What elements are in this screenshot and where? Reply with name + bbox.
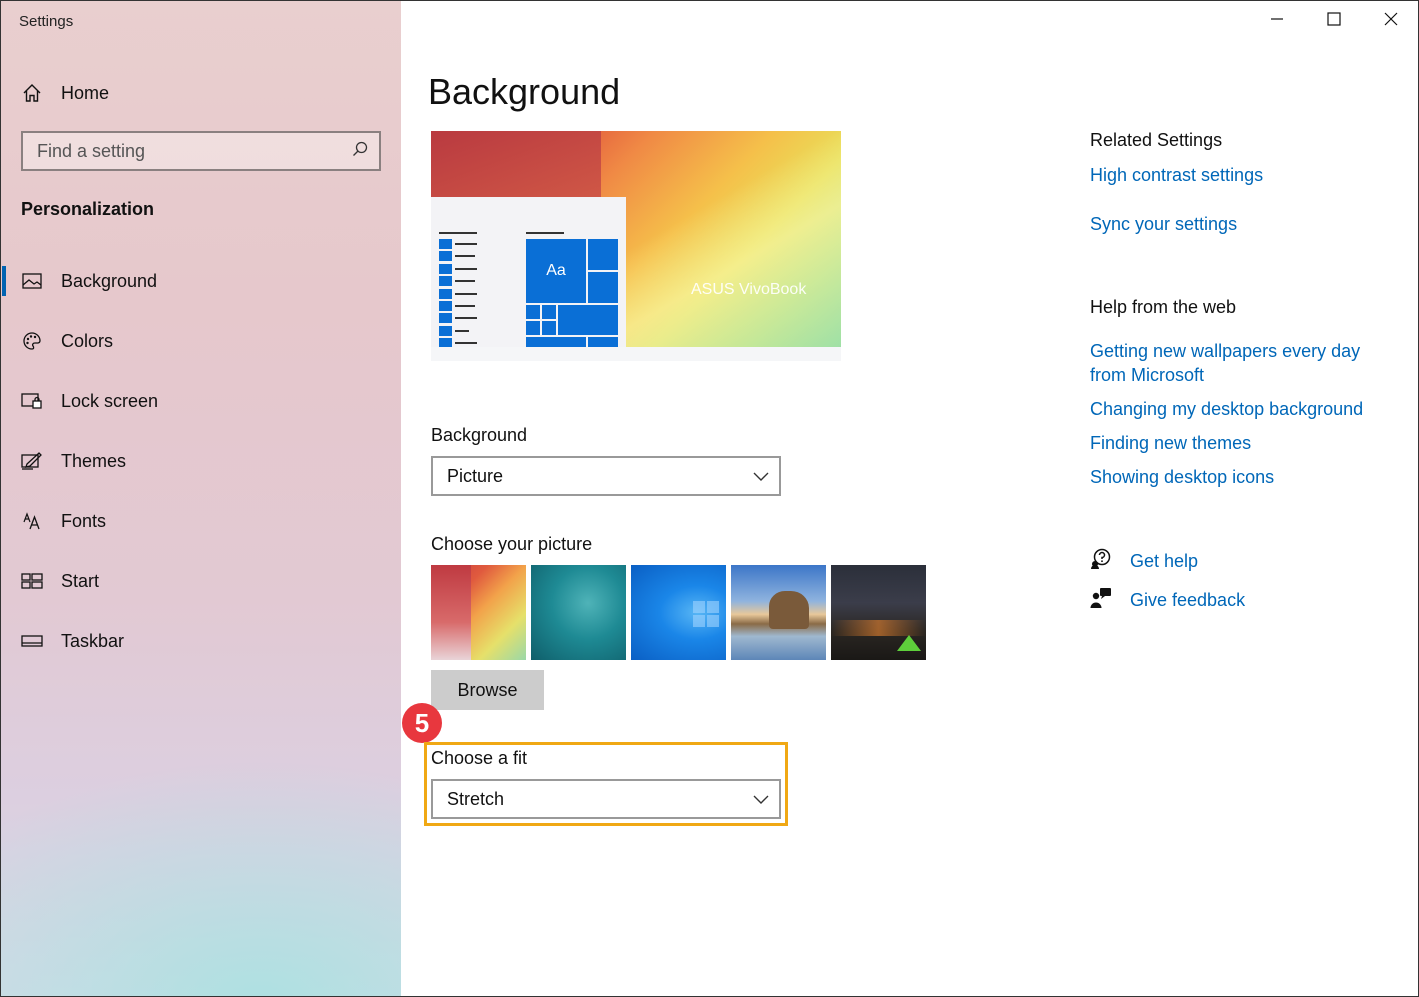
preview-tile xyxy=(588,337,618,347)
preview-list-row xyxy=(439,288,477,299)
help-web-title: Help from the web xyxy=(1090,297,1237,317)
search-icon[interactable] xyxy=(351,140,369,163)
fit-dropdown[interactable]: Stretch xyxy=(431,779,781,819)
picture-thumbnails xyxy=(431,565,926,660)
preview-list-row xyxy=(439,239,477,249)
preview-tile xyxy=(526,305,540,319)
related-settings-title: Related Settings xyxy=(1090,130,1223,150)
picture-icon xyxy=(21,270,43,292)
preview-tile xyxy=(542,321,556,335)
preview-tile xyxy=(588,272,618,303)
preview-tile-aa: Aa xyxy=(526,239,586,303)
maximize-icon xyxy=(1327,11,1341,31)
get-help-icon xyxy=(1090,548,1112,575)
sidebar-item-label: Start xyxy=(61,570,100,591)
app-title: Settings xyxy=(19,13,74,30)
chevron-down-icon xyxy=(753,789,769,810)
change-background-link[interactable]: Changing my desktop background xyxy=(1090,397,1363,421)
fit-dropdown-value: Stretch xyxy=(447,788,505,809)
sidebar-item-taskbar[interactable]: Taskbar xyxy=(1,611,401,671)
picture-thumbnail[interactable] xyxy=(431,565,526,660)
taskbar-icon xyxy=(21,630,43,652)
step-badge: 5 xyxy=(402,703,442,743)
maximize-button[interactable] xyxy=(1320,7,1348,35)
sidebar-item-label: Colors xyxy=(61,330,114,351)
give-feedback-label: Give feedback xyxy=(1130,590,1246,610)
chevron-down-icon xyxy=(753,466,769,487)
preview-brand-text: ASUS VivoBook xyxy=(691,281,807,298)
sidebar: Settings Home Personalization Background xyxy=(1,1,401,996)
preview-taskbar xyxy=(431,347,841,361)
preview-list-row xyxy=(439,325,477,336)
get-help-link[interactable]: Get help xyxy=(1090,548,1198,575)
search-box[interactable] xyxy=(21,131,381,171)
background-label: Background xyxy=(431,425,528,445)
sidebar-item-label: Themes xyxy=(61,450,127,471)
sidebar-item-label: Background xyxy=(61,270,158,291)
feedback-icon xyxy=(1090,587,1112,614)
preview-list-row xyxy=(439,276,477,287)
preview-list-row xyxy=(439,263,477,274)
close-button[interactable] xyxy=(1377,7,1405,35)
wallpapers-link[interactable]: Getting new wallpapers every day from Mi… xyxy=(1090,339,1360,387)
section-title: Personalization xyxy=(21,199,155,219)
home-link[interactable]: Home xyxy=(21,81,109,105)
give-feedback-link[interactable]: Give feedback xyxy=(1090,587,1245,614)
sidebar-item-label: Taskbar xyxy=(61,630,125,651)
close-icon xyxy=(1384,12,1398,31)
palette-icon xyxy=(21,330,43,352)
sidebar-item-themes[interactable]: Themes xyxy=(1,431,401,491)
wallpapers-link-line-1: Getting new wallpapers every day xyxy=(1090,341,1361,361)
page-title: Background xyxy=(428,71,621,112)
preview-start-tiles: Aa xyxy=(526,239,618,347)
preview-list xyxy=(439,239,477,351)
preview-list-row xyxy=(439,313,477,324)
choose-picture-label: Choose your picture xyxy=(431,534,593,554)
picture-thumbnail[interactable] xyxy=(831,565,926,660)
browse-button[interactable]: Browse xyxy=(431,670,544,710)
get-help-label: Get help xyxy=(1130,551,1199,571)
start-icon xyxy=(21,570,43,592)
sync-settings-link[interactable]: Sync your settings xyxy=(1090,212,1237,236)
background-dropdown[interactable]: Picture xyxy=(431,456,781,496)
background-dropdown-value: Picture xyxy=(447,465,504,486)
sidebar-item-start[interactable]: Start xyxy=(1,551,401,611)
picture-thumbnail[interactable] xyxy=(731,565,826,660)
new-themes-link[interactable]: Finding new themes xyxy=(1090,431,1251,455)
nav-list: Background Colors Lock screen Themes Fon… xyxy=(1,251,401,671)
fonts-icon xyxy=(21,510,43,532)
minimize-icon xyxy=(1270,12,1284,31)
sidebar-item-fonts[interactable]: Fonts xyxy=(1,491,401,551)
preview-tile xyxy=(558,305,618,335)
home-label: Home xyxy=(61,82,110,103)
sidebar-item-colors[interactable]: Colors xyxy=(1,311,401,371)
preview-dash xyxy=(439,232,477,234)
preview-list-row xyxy=(439,300,477,311)
preview-dash xyxy=(526,232,564,234)
preview-tile xyxy=(542,305,556,319)
settings-window: Settings Home Personalization Background xyxy=(0,0,1419,997)
sidebar-item-label: Fonts xyxy=(61,510,107,531)
picture-thumbnail[interactable] xyxy=(631,565,726,660)
search-input[interactable] xyxy=(37,140,351,162)
sidebar-item-label: Lock screen xyxy=(61,390,159,411)
background-preview: ASUS VivoBook Aa xyxy=(431,131,841,361)
preview-tile xyxy=(588,239,618,270)
home-icon xyxy=(21,82,43,104)
picture-thumbnail[interactable] xyxy=(531,565,626,660)
high-contrast-link[interactable]: High contrast settings xyxy=(1090,163,1263,187)
sidebar-item-lock-screen[interactable]: Lock screen xyxy=(1,371,401,431)
sidebar-item-background[interactable]: Background xyxy=(1,251,401,311)
minimize-button[interactable] xyxy=(1263,7,1291,35)
desktop-icons-link[interactable]: Showing desktop icons xyxy=(1090,465,1274,489)
preview-list-row xyxy=(439,251,477,262)
themes-icon xyxy=(21,450,43,472)
preview-tile xyxy=(526,321,540,335)
wallpapers-link-line-2: from Microsoft xyxy=(1090,365,1205,385)
choose-fit-label: Choose a fit xyxy=(431,748,528,768)
lock-screen-icon xyxy=(21,390,43,412)
preview-tile xyxy=(526,337,586,347)
